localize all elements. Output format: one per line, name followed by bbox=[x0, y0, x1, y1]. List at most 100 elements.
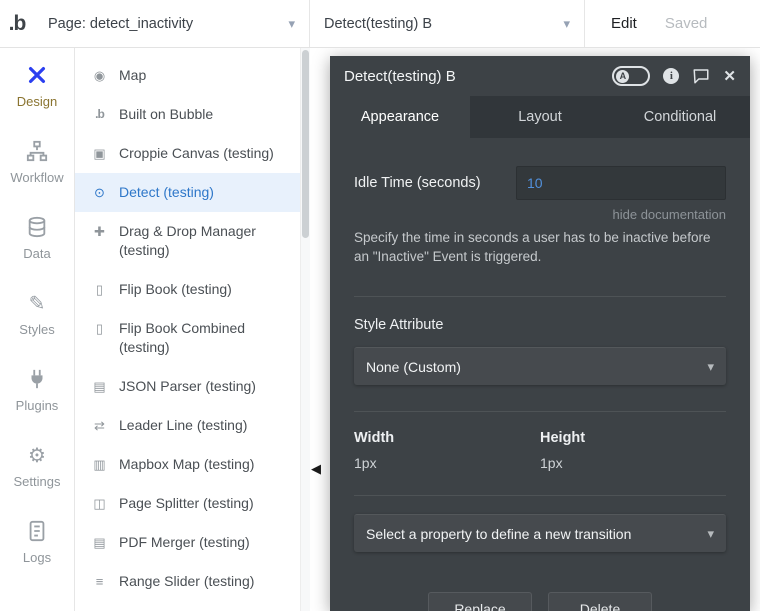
height-label: Height bbox=[540, 430, 586, 446]
grid-icon: ▥ bbox=[93, 457, 106, 472]
element-list-scrollbar bbox=[300, 48, 310, 611]
element-selector-value: Detect(testing) B bbox=[324, 15, 432, 32]
bubble-logo[interactable]: .b bbox=[0, 0, 34, 47]
list-item-drag-drop-manager[interactable]: ✚ Drag & Drop Manager (testing) bbox=[75, 212, 309, 270]
property-editor-title: Detect(testing) B bbox=[344, 67, 456, 85]
list-item-label: Built on Bubble bbox=[119, 106, 214, 122]
sidebar-item-logs[interactable]: Logs bbox=[0, 504, 74, 580]
list-item-page-splitter[interactable]: ◫ Page Splitter (testing) bbox=[75, 484, 309, 523]
book-icon: ▯ bbox=[95, 321, 104, 336]
list-item-leader-line[interactable]: ⇄ Leader Line (testing) bbox=[75, 406, 309, 445]
idle-time-input[interactable] bbox=[516, 166, 726, 200]
visibility-toggle-letter: A bbox=[616, 69, 630, 83]
panel-collapse-handle[interactable]: ◀ bbox=[311, 461, 321, 477]
list-item-detect[interactable]: ⊙ Detect (testing) bbox=[75, 173, 309, 212]
list-item-mapbox-map[interactable]: ▥ Mapbox Map (testing) bbox=[75, 445, 309, 484]
document-icon: ▤ bbox=[93, 379, 106, 394]
idle-time-label: Idle Time (seconds) bbox=[354, 175, 481, 191]
idle-time-description: Specify the time in seconds a user has t… bbox=[354, 230, 711, 264]
saved-status: Saved bbox=[664, 15, 708, 32]
width-value: 1px bbox=[354, 455, 377, 471]
database-icon bbox=[25, 215, 49, 239]
sidebar-item-workflow[interactable]: Workflow bbox=[0, 124, 74, 200]
property-editor-panel: Detect(testing) B A i ✕ Appearance Layou… bbox=[330, 56, 750, 611]
sidebar-item-label: Workflow bbox=[10, 170, 64, 185]
comment-icon[interactable] bbox=[692, 67, 710, 85]
chevron-down-icon: ▾ bbox=[563, 15, 570, 31]
visibility-toggle[interactable]: A bbox=[612, 66, 651, 86]
list-item-label: JSON Parser (testing) bbox=[119, 378, 256, 394]
design-icon bbox=[25, 63, 49, 87]
list-item-croppie-canvas[interactable]: ▣ Croppie Canvas (testing) bbox=[75, 134, 309, 173]
sidebar-item-label: Data bbox=[23, 246, 51, 261]
paintbrush-icon: ✎ bbox=[28, 292, 46, 315]
style-attribute-label: Style Attribute bbox=[354, 317, 444, 333]
transition-property-dropdown[interactable]: Select a property to define a new transi… bbox=[354, 514, 726, 552]
page-selector-dropdown[interactable]: Page: detect_inactivity ▾ bbox=[34, 0, 310, 47]
chevron-down-icon: ▾ bbox=[707, 525, 714, 541]
chevron-down-icon: ▾ bbox=[707, 358, 714, 374]
tab-conditional[interactable]: Conditional bbox=[610, 96, 750, 138]
list-item-label: Croppie Canvas (testing) bbox=[119, 145, 274, 161]
document-icon: ▤ bbox=[93, 535, 106, 550]
topbar-right: Edit Saved bbox=[611, 0, 707, 47]
list-item-pdf-merger[interactable]: ▤ PDF Merger (testing) bbox=[75, 523, 309, 562]
height-value: 1px bbox=[540, 455, 563, 471]
plug-icon bbox=[25, 367, 49, 391]
sidebar-item-design[interactable]: Design bbox=[0, 48, 74, 124]
bubble-logo-icon: .b bbox=[95, 107, 105, 121]
sidebar-item-plugins[interactable]: Plugins bbox=[0, 352, 74, 428]
sidebar-item-styles[interactable]: ✎ Styles bbox=[0, 276, 74, 352]
section-divider bbox=[354, 495, 726, 496]
split-icon: ◫ bbox=[93, 496, 106, 511]
edit-mode-button[interactable]: Edit bbox=[611, 15, 637, 32]
replace-button[interactable]: Replace bbox=[428, 592, 532, 611]
list-item-label: Detect (testing) bbox=[119, 184, 214, 200]
list-item-label: Range Slider (testing) bbox=[119, 573, 255, 589]
style-attribute-dropdown[interactable]: None (Custom) ▾ bbox=[354, 347, 726, 385]
sidebar-item-settings[interactable]: ⚙ Settings bbox=[0, 428, 74, 504]
property-editor-header: Detect(testing) B A i ✕ bbox=[330, 56, 750, 96]
list-item-label: Page Splitter (testing) bbox=[119, 495, 254, 511]
sidebar-item-label: Styles bbox=[19, 322, 55, 337]
arrows-icon: ⇄ bbox=[94, 418, 105, 433]
close-icon[interactable]: ✕ bbox=[723, 67, 736, 85]
workflow-icon bbox=[25, 139, 49, 163]
element-selector-dropdown[interactable]: Detect(testing) B ▾ bbox=[310, 0, 585, 47]
list-item-json-parser[interactable]: ▤ JSON Parser (testing) bbox=[75, 367, 309, 406]
book-icon: ▯ bbox=[95, 282, 104, 297]
list-item-label: Map bbox=[119, 67, 147, 83]
tab-layout[interactable]: Layout bbox=[470, 96, 610, 138]
list-item-request[interactable]: ⚡ Request (testing) bbox=[75, 601, 309, 611]
transition-property-placeholder: Select a property to define a new transi… bbox=[366, 525, 632, 542]
hide-documentation-link[interactable]: hide documentation bbox=[354, 207, 726, 222]
sidebar-item-label: Plugins bbox=[15, 398, 59, 413]
property-editor-tabs: Appearance Layout Conditional bbox=[330, 96, 750, 138]
list-item-range-slider[interactable]: ≡ Range Slider (testing) bbox=[75, 562, 309, 601]
list-item-label: Flip Book Combined (testing) bbox=[119, 320, 246, 355]
info-icon[interactable]: i bbox=[663, 68, 680, 84]
top-bar: .b Page: detect_inactivity ▾ Detect(test… bbox=[0, 0, 760, 48]
list-item-label: PDF Merger (testing) bbox=[119, 534, 250, 550]
list-item-map[interactable]: ◉ Map bbox=[75, 56, 309, 95]
main-sidebar: Design Workflow Data ✎ Styles Plugins ⚙ … bbox=[0, 48, 75, 611]
map-pin-icon: ◉ bbox=[93, 68, 106, 83]
scrollbar-thumb[interactable] bbox=[302, 50, 309, 238]
sidebar-item-label: Settings bbox=[13, 474, 61, 489]
move-icon: ✚ bbox=[94, 224, 105, 239]
section-divider bbox=[354, 411, 726, 412]
delete-button[interactable]: Delete bbox=[548, 592, 652, 611]
sidebar-item-label: Design bbox=[16, 94, 58, 109]
chevron-down-icon: ▾ bbox=[288, 15, 295, 31]
slider-icon: ≡ bbox=[95, 574, 104, 589]
sidebar-item-data[interactable]: Data bbox=[0, 200, 74, 276]
style-attribute-value: None (Custom) bbox=[366, 358, 461, 375]
list-item-built-on-bubble[interactable]: .b Built on Bubble bbox=[75, 95, 309, 134]
page-selector-value: Page: detect_inactivity bbox=[48, 15, 194, 32]
section-divider bbox=[354, 296, 726, 297]
list-item-flip-book-combined[interactable]: ▯ Flip Book Combined (testing) bbox=[75, 309, 309, 367]
list-item-flip-book[interactable]: ▯ Flip Book (testing) bbox=[75, 270, 309, 309]
tab-appearance[interactable]: Appearance bbox=[330, 96, 470, 138]
width-label: Width bbox=[354, 430, 395, 446]
eye-icon: ⊙ bbox=[94, 185, 105, 200]
